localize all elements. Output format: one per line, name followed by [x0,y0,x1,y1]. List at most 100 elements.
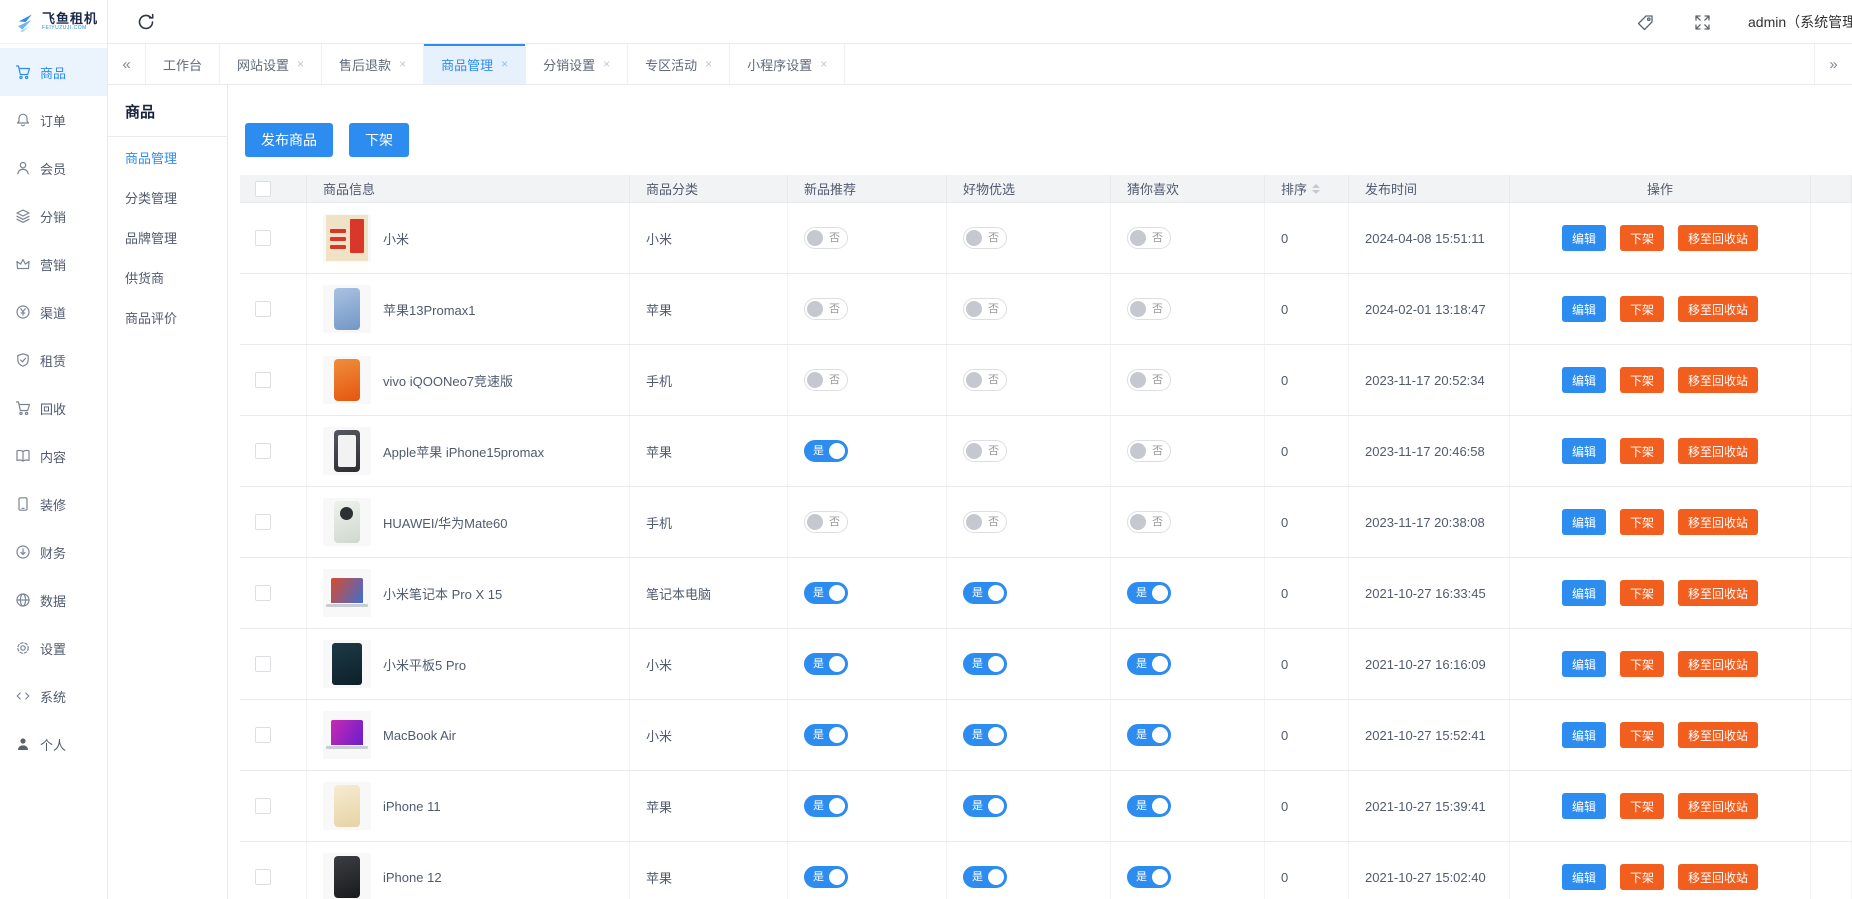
toggle-off[interactable]: 否 [1127,227,1171,249]
sidebar-item-数据[interactable]: 数据 [0,576,107,624]
offshelf-row-button[interactable]: 下架 [1620,438,1664,464]
close-icon[interactable]: × [501,58,508,70]
close-icon[interactable]: × [603,58,610,70]
sidebar-item-内容[interactable]: 内容 [0,432,107,480]
edit-button[interactable]: 编辑 [1562,367,1606,393]
toggle-off[interactable]: 否 [963,369,1007,391]
row-checkbox[interactable] [255,585,271,601]
submenu-item-商品评价[interactable]: 商品评价 [108,297,227,337]
edit-button[interactable]: 编辑 [1562,509,1606,535]
move-to-recycle-button[interactable]: 移至回收站 [1678,722,1758,748]
edit-button[interactable]: 编辑 [1562,793,1606,819]
sidebar-item-装修[interactable]: 装修 [0,480,107,528]
tab-分销设置[interactable]: 分销设置× [526,44,628,84]
row-checkbox[interactable] [255,727,271,743]
offshelf-row-button[interactable]: 下架 [1620,225,1664,251]
toggle-on[interactable]: 是 [963,795,1007,817]
toggle-on[interactable]: 是 [1127,653,1171,675]
tab-工作台[interactable]: 工作台 [146,44,220,84]
toggle-off[interactable]: 否 [963,298,1007,320]
toggle-on[interactable]: 是 [1127,724,1171,746]
tab-专区活动[interactable]: 专区活动× [628,44,730,84]
offshelf-row-button[interactable]: 下架 [1620,509,1664,535]
offshelf-row-button[interactable]: 下架 [1620,864,1664,890]
move-to-recycle-button[interactable]: 移至回收站 [1678,651,1758,677]
edit-button[interactable]: 编辑 [1562,722,1606,748]
offshelf-row-button[interactable]: 下架 [1620,722,1664,748]
toggle-on[interactable]: 是 [804,582,848,604]
sort-caret-icon[interactable] [1312,184,1320,194]
toggle-off[interactable]: 否 [1127,440,1171,462]
move-to-recycle-button[interactable]: 移至回收站 [1678,580,1758,606]
sidebar-item-分销[interactable]: 分销 [0,192,107,240]
move-to-recycle-button[interactable]: 移至回收站 [1678,296,1758,322]
offshelf-row-button[interactable]: 下架 [1620,651,1664,677]
sidebar-item-营销[interactable]: 营销 [0,240,107,288]
toggle-off[interactable]: 否 [1127,298,1171,320]
edit-button[interactable]: 编辑 [1562,225,1606,251]
offshelf-row-button[interactable]: 下架 [1620,793,1664,819]
toggle-on[interactable]: 是 [804,653,848,675]
refresh-icon[interactable] [136,12,156,32]
toggle-on[interactable]: 是 [804,866,848,888]
submenu-item-供货商[interactable]: 供货商 [108,257,227,297]
move-to-recycle-button[interactable]: 移至回收站 [1678,438,1758,464]
toggle-on[interactable]: 是 [963,653,1007,675]
row-checkbox[interactable] [255,798,271,814]
toggle-on[interactable]: 是 [804,795,848,817]
app-logo[interactable]: 飞鱼租机 FEIYUZUJI.COM [0,0,107,44]
sidebar-item-回收[interactable]: 回收 [0,384,107,432]
submenu-item-商品管理[interactable]: 商品管理 [108,137,227,177]
edit-button[interactable]: 编辑 [1562,296,1606,322]
offshelf-row-button[interactable]: 下架 [1620,367,1664,393]
offshelf-row-button[interactable]: 下架 [1620,296,1664,322]
toggle-on[interactable]: 是 [963,724,1007,746]
toggle-on[interactable]: 是 [1127,866,1171,888]
sidebar-item-会员[interactable]: 会员 [0,144,107,192]
submenu-item-分类管理[interactable]: 分类管理 [108,177,227,217]
toggle-off[interactable]: 否 [1127,511,1171,533]
close-icon[interactable]: × [820,58,827,70]
tab-小程序设置[interactable]: 小程序设置× [730,44,845,84]
toggle-off[interactable]: 否 [963,511,1007,533]
offshelf-row-button[interactable]: 下架 [1620,580,1664,606]
select-all-checkbox[interactable] [255,181,271,197]
close-icon[interactable]: × [297,58,304,70]
edit-button[interactable]: 编辑 [1562,864,1606,890]
sidebar-item-渠道[interactable]: 渠道 [0,288,107,336]
toggle-on[interactable]: 是 [1127,795,1171,817]
user-menu[interactable]: admin（系统管理员） [1748,12,1852,32]
edit-button[interactable]: 编辑 [1562,438,1606,464]
toggle-off[interactable]: 否 [963,440,1007,462]
sidebar-item-财务[interactable]: 财务 [0,528,107,576]
toggle-on[interactable]: 是 [963,866,1007,888]
row-checkbox[interactable] [255,656,271,672]
offshelf-button[interactable]: 下架 [349,123,409,157]
row-checkbox[interactable] [255,301,271,317]
sidebar-item-商品[interactable]: 商品 [0,48,107,96]
move-to-recycle-button[interactable]: 移至回收站 [1678,509,1758,535]
tabs-expand-icon[interactable]: » [1814,44,1852,84]
move-to-recycle-button[interactable]: 移至回收站 [1678,225,1758,251]
move-to-recycle-button[interactable]: 移至回收站 [1678,367,1758,393]
toggle-off[interactable]: 否 [804,298,848,320]
tab-售后退款[interactable]: 售后退款× [322,44,424,84]
tab-网站设置[interactable]: 网站设置× [220,44,322,84]
toggle-off[interactable]: 否 [804,369,848,391]
toggle-on[interactable]: 是 [963,582,1007,604]
close-icon[interactable]: × [399,58,406,70]
toggle-off[interactable]: 否 [1127,369,1171,391]
toggle-on[interactable]: 是 [804,440,848,462]
tag-icon[interactable] [1636,13,1655,32]
row-checkbox[interactable] [255,869,271,885]
toggle-off[interactable]: 否 [804,511,848,533]
close-icon[interactable]: × [705,58,712,70]
toggle-on[interactable]: 是 [1127,582,1171,604]
tabs-collapse-icon[interactable]: « [108,44,146,84]
sidebar-item-个人[interactable]: 个人 [0,720,107,768]
publish-product-button[interactable]: 发布商品 [245,123,333,157]
tab-商品管理[interactable]: 商品管理× [424,44,526,84]
submenu-item-品牌管理[interactable]: 品牌管理 [108,217,227,257]
edit-button[interactable]: 编辑 [1562,651,1606,677]
row-checkbox[interactable] [255,372,271,388]
